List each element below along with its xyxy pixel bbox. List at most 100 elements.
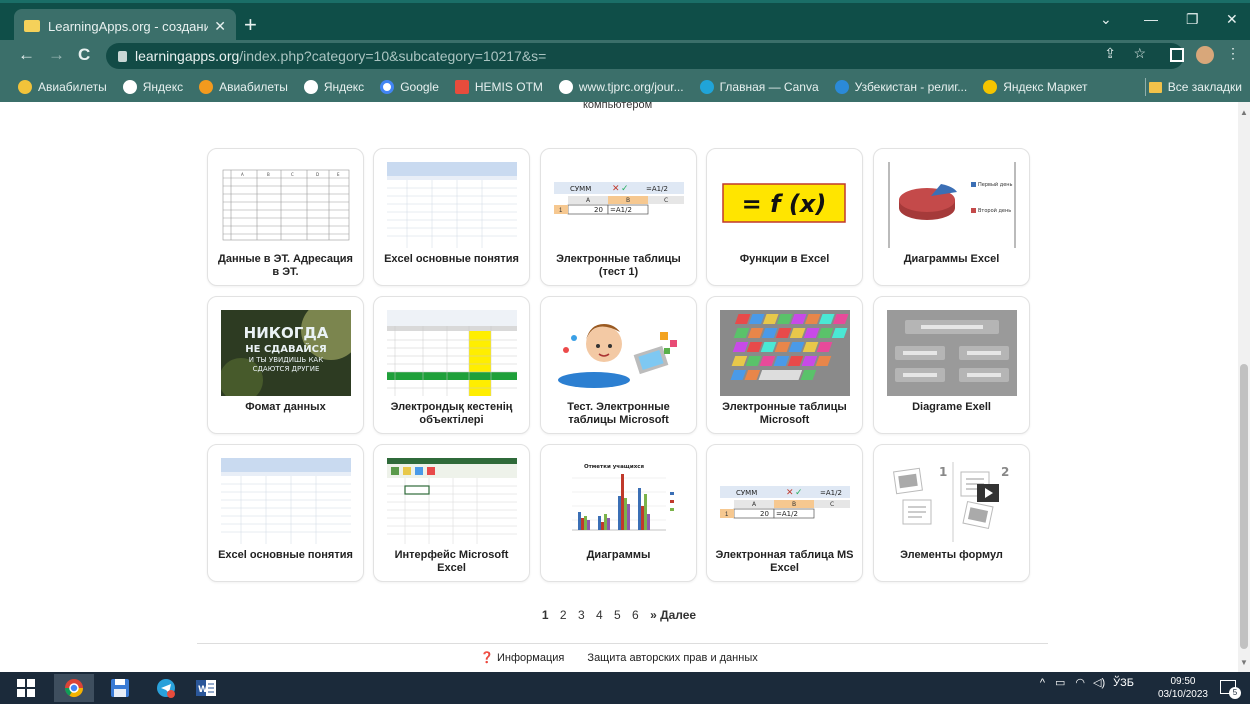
yandex-icon — [303, 80, 318, 94]
page-link[interactable]: 6 — [632, 608, 639, 622]
bookmark-item[interactable]: Авиабилеты — [18, 80, 107, 94]
card-title: Элементы формул — [900, 549, 1003, 561]
close-window-icon[interactable]: ✕ — [1226, 11, 1238, 28]
footer-divider — [197, 643, 1048, 644]
copyright-link[interactable]: Защита авторских прав и данных — [587, 652, 757, 664]
scroll-thumb[interactable] — [1240, 364, 1248, 649]
page-link[interactable]: 3 — [578, 608, 585, 622]
close-tab-icon[interactable]: ✕ — [214, 18, 226, 35]
app-card[interactable]: ABCDE Данные в ЭТ. Адресация в ЭТ. — [207, 148, 364, 286]
cell-value: 20 — [760, 510, 769, 518]
pagination: 1 2 3 4 5 6 » Далее — [0, 608, 1238, 622]
app-card[interactable]: Электронные таблицы Microsoft — [706, 296, 863, 434]
bookmark-label: Яндекс Маркет — [1003, 80, 1088, 94]
taskbar-telegram[interactable] — [146, 674, 186, 702]
excel-interface-thumbnail — [387, 458, 517, 544]
taskbar-chrome[interactable] — [54, 674, 94, 702]
app-card[interactable]: Diagrame Exell — [873, 296, 1030, 434]
minimize-icon[interactable]: — — [1144, 11, 1158, 27]
notification-center-icon[interactable]: 5 — [1220, 680, 1241, 699]
bookmark-item[interactable]: Главная — Canva — [699, 80, 819, 94]
app-card[interactable]: Excel основные понятия — [207, 444, 364, 582]
app-card[interactable]: СУММ ✕ ✓ =A1/2 ABC 1 20 =A1/2 Электронны… — [540, 148, 697, 286]
app-card[interactable]: Электрондық кестенің объектілері — [373, 296, 530, 434]
tab-search-chevron-icon[interactable]: ⌄ — [1100, 11, 1112, 28]
system-clock[interactable]: 09:50 03/10/2023 — [1158, 675, 1208, 701]
app-card[interactable]: НИКОГДА НЕ СДАВАЙСЯ И ТЫ УВИДИШЬ КАК СДА… — [207, 296, 364, 434]
card-title: Excel основные понятия — [384, 253, 519, 265]
app-card[interactable]: Excel основные понятия — [373, 148, 530, 286]
bookmark-item[interactable]: HEMIS OTM — [454, 80, 543, 94]
new-tab-icon[interactable]: + — [244, 12, 257, 38]
chart-title: Отметки учащихся — [584, 464, 645, 470]
taskbar-save[interactable] — [100, 674, 140, 702]
google-icon — [380, 80, 395, 94]
page-link[interactable]: 4 — [596, 608, 603, 622]
bookmark-item[interactable]: Google — [380, 80, 439, 94]
name-box: СУММ — [736, 489, 757, 497]
address-bar[interactable]: learningapps.org /index.php?category=10&… — [106, 43, 1184, 69]
placeholder-app-thumbnail — [887, 310, 1017, 396]
bookmark-label: Главная — Canva — [719, 80, 819, 94]
page-link[interactable]: 2 — [560, 608, 567, 622]
page-scrollbar[interactable]: ▲ ▼ — [1238, 102, 1250, 672]
battery-icon[interactable]: ▭ — [1055, 676, 1065, 689]
bookmark-item[interactable]: www.tjprc.org/jour... — [558, 80, 684, 94]
browser-chrome: LearningApps.org - создание м... ✕ + ⌄ —… — [0, 0, 1250, 102]
back-icon[interactable]: ← — [18, 45, 35, 65]
bookmark-item[interactable]: Яндекс Маркет — [983, 80, 1088, 94]
check-icon: ✓ — [621, 183, 629, 193]
cancel-icon: ✕ — [612, 183, 620, 193]
app-card[interactable]: Интерфейс Microsoft Excel — [373, 444, 530, 582]
wifi-icon[interactable]: ◠ — [1075, 676, 1085, 689]
scroll-down-icon[interactable]: ▼ — [1240, 658, 1248, 667]
profile-avatar[interactable] — [1196, 46, 1214, 64]
scroll-up-icon[interactable]: ▲ — [1240, 108, 1248, 117]
motivation-thumbnail: НИКОГДА НЕ СДАВАЙСЯ И ТЫ УВИДИШЬ КАК СДА… — [221, 310, 351, 396]
app-card[interactable]: Отметки учащихся Диаграммы — [540, 444, 697, 582]
start-button[interactable] — [6, 674, 46, 702]
all-bookmarks[interactable]: Все закладки — [1148, 80, 1242, 94]
share-icon[interactable]: ⇪ — [1104, 45, 1116, 62]
browser-toolbar: ← → C learningapps.org /index.php?catego… — [0, 40, 1250, 72]
show-hidden-icons[interactable]: ^ — [1040, 677, 1045, 689]
url-path: /index.php?category=10&subcategory=10217… — [239, 48, 547, 64]
tab-strip: LearningApps.org - создание м... ✕ + ⌄ —… — [0, 0, 1250, 43]
sidepanel-icon[interactable] — [1170, 48, 1184, 62]
card-title: Функции в Excel — [739, 253, 830, 265]
canva-icon — [699, 80, 714, 94]
fx-text: = f (x) — [742, 190, 827, 218]
page-link-current[interactable]: 1 — [542, 608, 549, 622]
app-card[interactable]: СУММ ✕ ✓ =A1/2 ABC 1 20 =A1/2 Электронна… — [706, 444, 863, 582]
chrome-icon — [65, 679, 83, 698]
svg-text:C: C — [664, 197, 668, 204]
input-language[interactable]: ЎЗБ — [1113, 677, 1134, 689]
formula-bar: =A1/2 — [820, 489, 842, 497]
forward-icon[interactable]: → — [48, 45, 65, 65]
bookmark-item[interactable]: Яндекс — [122, 80, 183, 94]
reload-icon[interactable]: C — [78, 45, 90, 65]
spreadsheet-thumbnail: ABCDE — [221, 162, 351, 248]
page-link[interactable]: 5 — [614, 608, 621, 622]
card-title: Данные в ЭТ. Адресация в ЭТ. — [218, 253, 353, 278]
excel-highlight-thumbnail — [387, 310, 517, 396]
next-page-link[interactable]: » Далее — [650, 608, 696, 622]
browser-tab[interactable]: LearningApps.org - создание м... ✕ — [14, 9, 236, 43]
menu-kebab-icon[interactable]: ⋮ — [1226, 45, 1240, 62]
motivation-line: НЕ СДАВАЙСЯ — [245, 342, 326, 355]
volume-icon[interactable]: ◁) — [1093, 676, 1105, 689]
bookmarks-bar: Авиабилеты Яндекс Авиабилеты Яндекс Goog… — [0, 72, 1250, 102]
app-card[interactable]: Первый день Второй день Диаграммы Excel — [873, 148, 1030, 286]
bookmark-item[interactable]: Узбекистан - религ... — [834, 80, 967, 94]
app-card[interactable]: 1 2 Элементы формул — [873, 444, 1030, 582]
app-card[interactable]: = f (x) Функции в Excel — [706, 148, 863, 286]
taskbar-word[interactable]: W — [186, 674, 226, 702]
restore-icon[interactable]: ❐ — [1186, 11, 1199, 28]
info-link[interactable]: ❓ Информация — [480, 652, 564, 664]
bookmark-item[interactable]: Авиабилеты — [199, 80, 288, 94]
bookmark-star-icon[interactable]: ☆ — [1133, 45, 1146, 62]
app-card[interactable]: Тест. Электронные таблицы Microsoft — [540, 296, 697, 434]
yandex-market-icon — [983, 80, 998, 94]
bookmark-item[interactable]: Яндекс — [303, 80, 364, 94]
excel-window-thumbnail — [387, 162, 517, 248]
